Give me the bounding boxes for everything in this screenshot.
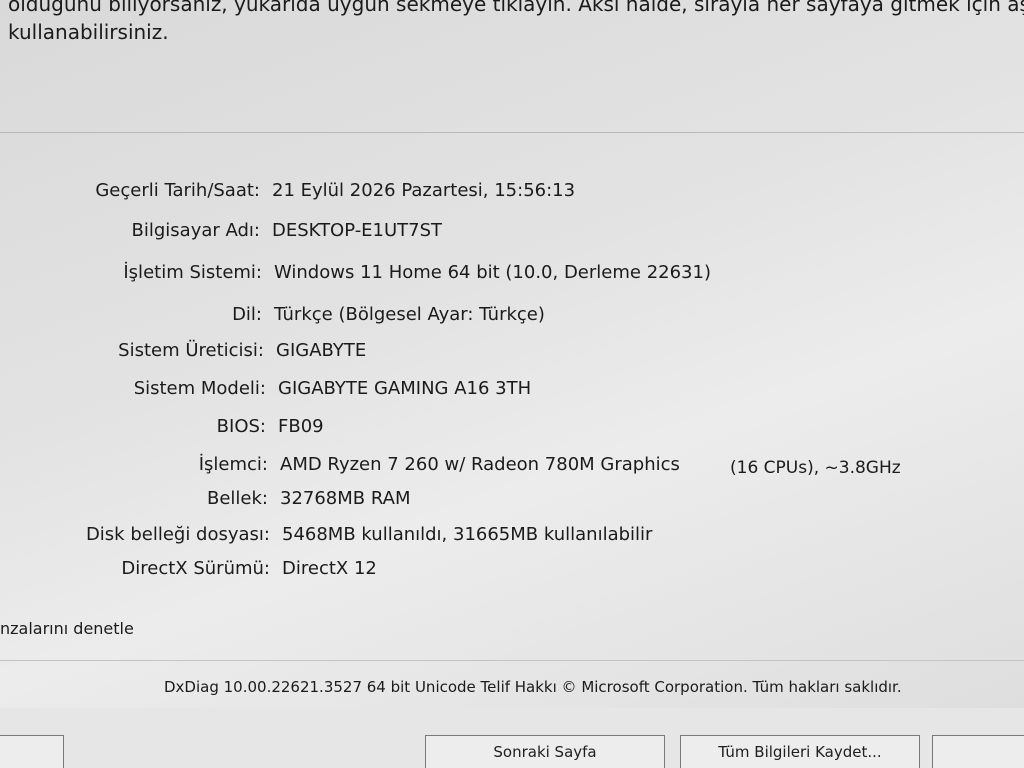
info-label: Disk belleği dosyası:	[85, 524, 270, 545]
info-value: DESKTOP-E1UT7ST	[272, 220, 443, 241]
info-label: Sistem Modeli:	[133, 378, 266, 399]
info-value: GIGABYTE	[276, 340, 367, 361]
info-row-language: Dil: Türkçe (Bölgesel Ayar: Türkçe)	[2, 304, 545, 325]
info-label: Sistem Üreticisi:	[118, 340, 264, 361]
info-row-directx: DirectX Sürümü: DirectX 12	[10, 558, 377, 579]
info-value: 21 Eylül 2026 Pazartesi, 15:56:13	[272, 180, 576, 201]
section-divider	[0, 132, 1024, 133]
info-value: DirectX 12	[282, 558, 377, 579]
info-row-os: İşletim Sistemi: Windows 11 Home 64 bit …	[2, 262, 711, 283]
help-button[interactable]	[0, 735, 64, 768]
info-label: İşletim Sistemi:	[123, 262, 262, 283]
info-value: AMD Ryzen 7 260 w/ Radeon 780M Graphics	[280, 454, 680, 475]
info-row-bios: BIOS: FB09	[6, 416, 324, 437]
version-copyright: DxDiag 10.00.22621.3527 64 bit Unicode T…	[164, 678, 902, 696]
info-row-computer-name: Bilgisayar Adı: DESKTOP-E1UT7ST	[0, 220, 443, 241]
footer-divider	[0, 660, 1024, 661]
intro-text: olduğunu biliyorsanız, yukarıda uygun se…	[8, 0, 1024, 46]
info-row-datetime: Geçerli Tarih/Saat: 21 Eylül 2026 Pazart…	[0, 180, 575, 201]
intro-line-2: kullanabilirsiniz.	[8, 20, 169, 44]
info-row-model: Sistem Modeli: GIGABYTE GAMING A16 3TH	[6, 378, 531, 399]
info-value: Windows 11 Home 64 bit (10.0, Derleme 22…	[274, 262, 711, 283]
info-label: İşlemci:	[198, 454, 268, 475]
info-value: GIGABYTE GAMING A16 3TH	[278, 378, 532, 399]
info-label: Geçerli Tarih/Saat:	[95, 180, 260, 201]
info-label: Dil:	[232, 304, 262, 325]
info-label: DirectX Sürümü:	[121, 558, 270, 579]
save-all-info-button[interactable]: Tüm Bilgileri Kaydet...	[680, 735, 920, 768]
info-row-memory: Bellek: 32768MB RAM	[8, 488, 410, 509]
exit-button[interactable]	[932, 735, 1024, 768]
cpu-core-info: (16 CPUs), ~3.8GHz	[730, 458, 901, 478]
info-value: 32768MB RAM	[280, 488, 411, 509]
whql-check-label[interactable]: nzalarını denetle	[0, 619, 134, 638]
info-value: 5468MB kullanıldı, 31665MB kullanılabili…	[282, 524, 653, 545]
info-row-manufacturer: Sistem Üreticisi: GIGABYTE	[4, 340, 366, 361]
next-page-button[interactable]: Sonraki Sayfa	[425, 735, 665, 768]
info-row-page-file: Disk belleği dosyası: 5468MB kullanıldı,…	[10, 524, 653, 545]
info-value: FB09	[278, 416, 324, 437]
info-label: Bilgisayar Adı:	[131, 220, 260, 241]
dxdiag-window: olduğunu biliyorsanız, yukarıda uygun se…	[0, 0, 1024, 768]
info-row-processor: İşlemci: AMD Ryzen 7 260 w/ Radeon 780M …	[8, 454, 680, 475]
info-label: Bellek:	[207, 488, 268, 509]
intro-line-1: olduğunu biliyorsanız, yukarıda uygun se…	[8, 0, 1024, 16]
info-value: Türkçe (Bölgesel Ayar: Türkçe)	[274, 304, 545, 325]
info-label: BIOS:	[216, 416, 266, 437]
